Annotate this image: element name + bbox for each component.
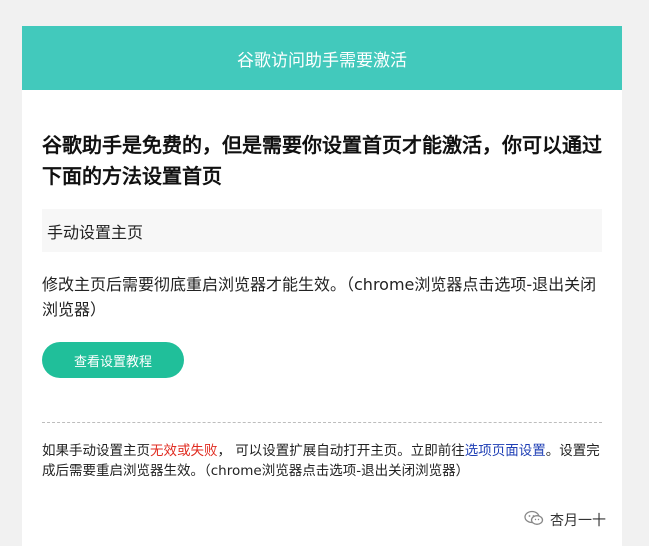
activation-card: 谷歌访问助手需要激活 谷歌助手是免费的，但是需要你设置首页才能激活，你可以通过下… — [22, 26, 622, 546]
header-title: 谷歌访问助手需要激活 — [237, 50, 407, 71]
restart-note: 修改主页后需要彻底重启浏览器才能生效。（chrome浏览器点击选项-退出关闭浏览… — [42, 275, 597, 319]
footer-warning-text: 无效或失败 — [150, 443, 218, 459]
card-content: 谷歌助手是免费的，但是需要你设置首页才能激活，你可以通过下面的方法设置首页 手动… — [22, 130, 622, 481]
section-manual-homepage: 手动设置主页 — [42, 209, 602, 252]
section-title: 手动设置主页 — [47, 222, 144, 242]
footer-text-2: ， 可以设置扩展自动打开主页。立即前往 — [217, 443, 465, 459]
card-header: 谷歌访问助手需要激活 — [22, 26, 622, 90]
options-page-link[interactable]: 选项页面设置 — [465, 443, 546, 459]
footer-note: 如果手动设置主页无效或失败， 可以设置扩展自动打开主页。立即前往选项页面设置。设… — [42, 441, 602, 481]
footer-text-1: 如果手动设置主页 — [42, 443, 150, 459]
view-tutorial-button[interactable]: 查看设置教程 — [42, 342, 184, 378]
wechat-icon — [524, 510, 544, 530]
watermark: 杏月一十 — [524, 510, 606, 530]
dashed-divider — [42, 422, 602, 423]
headline: 谷歌助手是免费的，但是需要你设置首页才能激活，你可以通过下面的方法设置首页 — [42, 133, 602, 188]
watermark-text: 杏月一十 — [550, 513, 606, 529]
